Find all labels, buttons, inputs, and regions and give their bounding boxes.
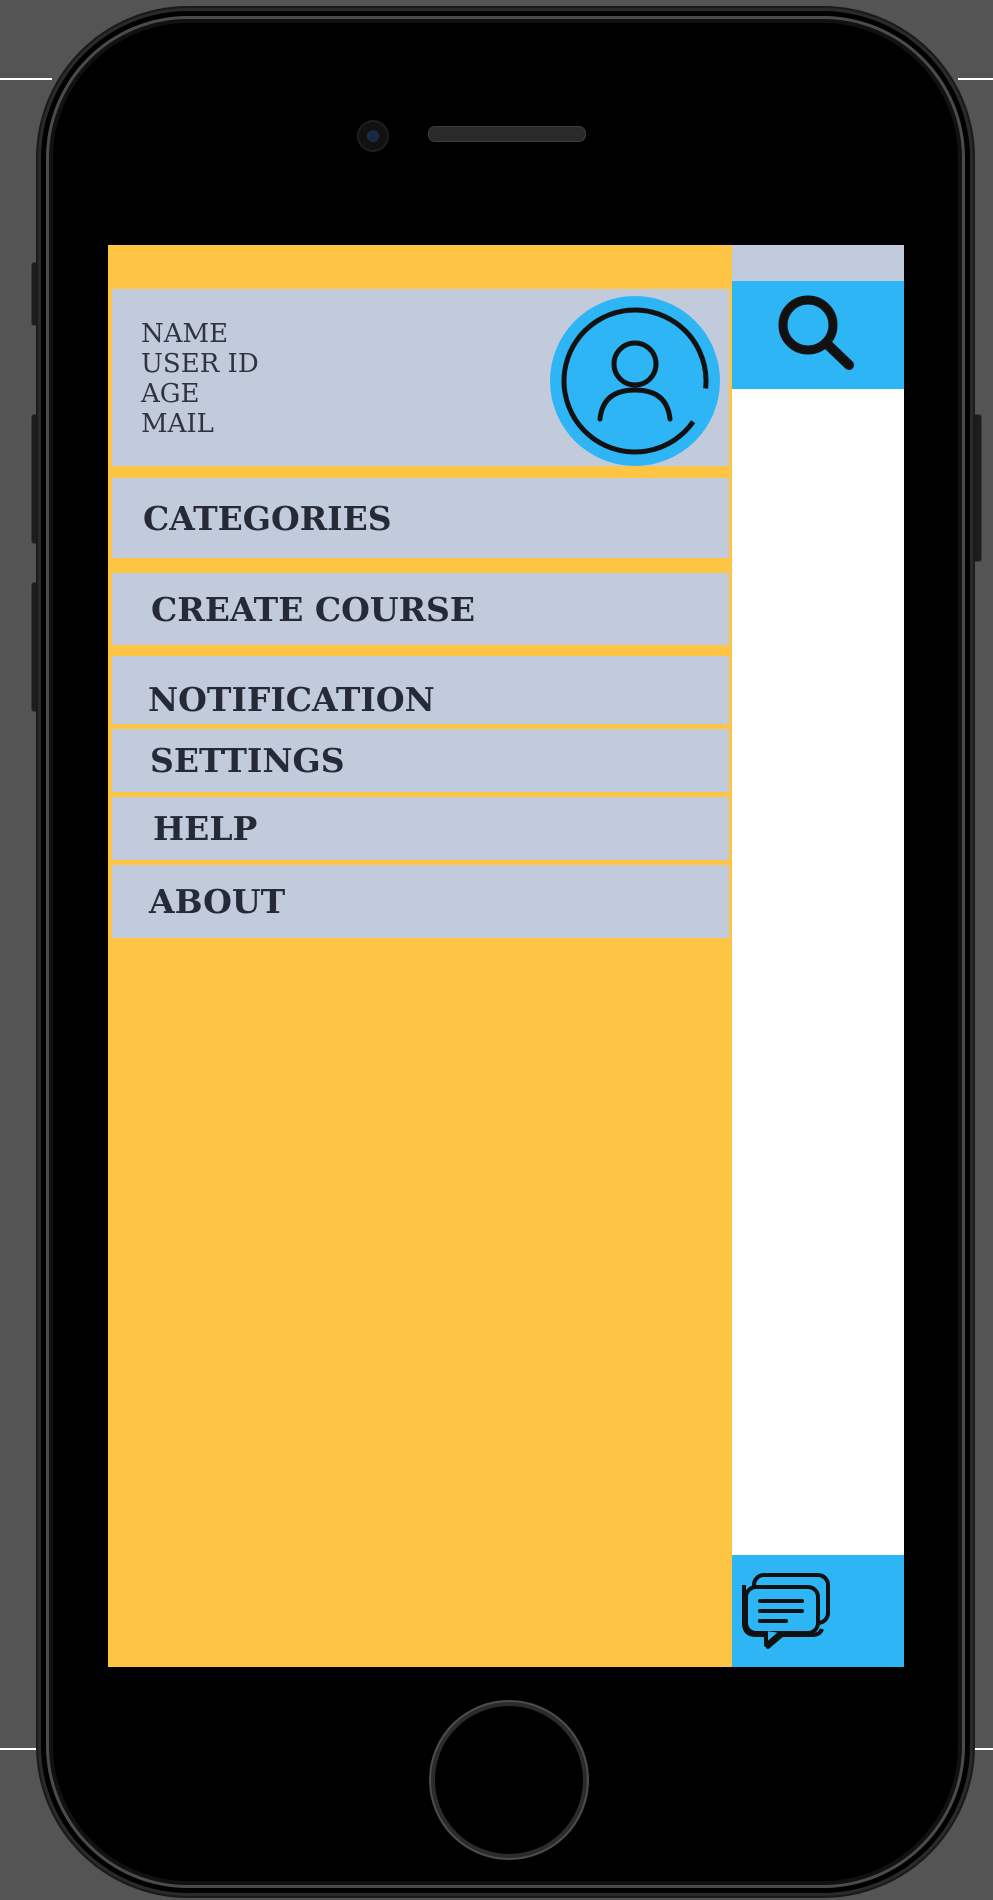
profile-name-label: NAME (141, 319, 229, 349)
app-screen: NAME USER ID AGE MAIL CATEGORIES CREATE … (108, 245, 904, 1667)
menu-item-label: HELP (153, 809, 258, 848)
background-line-top-left (0, 78, 52, 80)
menu-item-label: CREATE COURSE (151, 589, 476, 629)
profile-card[interactable]: NAME USER ID AGE MAIL (112, 289, 729, 466)
menu-item-label: ABOUT (149, 882, 286, 921)
profile-details: NAME USER ID AGE MAIL (141, 319, 259, 439)
menu-item-label: SETTINGS (150, 741, 345, 780)
search-button[interactable] (732, 281, 904, 389)
search-icon (778, 295, 854, 370)
chat-icon (742, 1573, 830, 1649)
profile-age-label: AGE (141, 379, 200, 409)
profile-user-id-label: USER ID (141, 349, 259, 379)
menu-item-label: CATEGORIES (143, 498, 392, 538)
front-camera (359, 122, 387, 150)
menu-item-settings[interactable]: SETTINGS (112, 729, 729, 792)
chat-button[interactable] (732, 1555, 904, 1667)
background-line-top-right (958, 78, 993, 80)
menu-item-help[interactable]: HELP (112, 797, 729, 860)
menu-item-create-course[interactable]: CREATE COURSE (112, 573, 729, 645)
menu-item-label: NOTIFICATION (148, 679, 435, 719)
profile-mail-label: MAIL (141, 409, 214, 439)
main-content-panel (732, 245, 904, 1667)
menu-item-categories[interactable]: CATEGORIES (112, 478, 729, 558)
home-button[interactable] (431, 1702, 587, 1858)
top-strip (732, 245, 904, 281)
menu-item-about[interactable]: ABOUT (112, 865, 729, 938)
earpiece-speaker (428, 126, 586, 142)
user-circle-icon (561, 307, 709, 455)
navigation-drawer: NAME USER ID AGE MAIL CATEGORIES CREATE … (108, 245, 732, 1667)
avatar[interactable] (550, 296, 720, 466)
menu-item-notification[interactable]: NOTIFICATION (112, 656, 729, 724)
